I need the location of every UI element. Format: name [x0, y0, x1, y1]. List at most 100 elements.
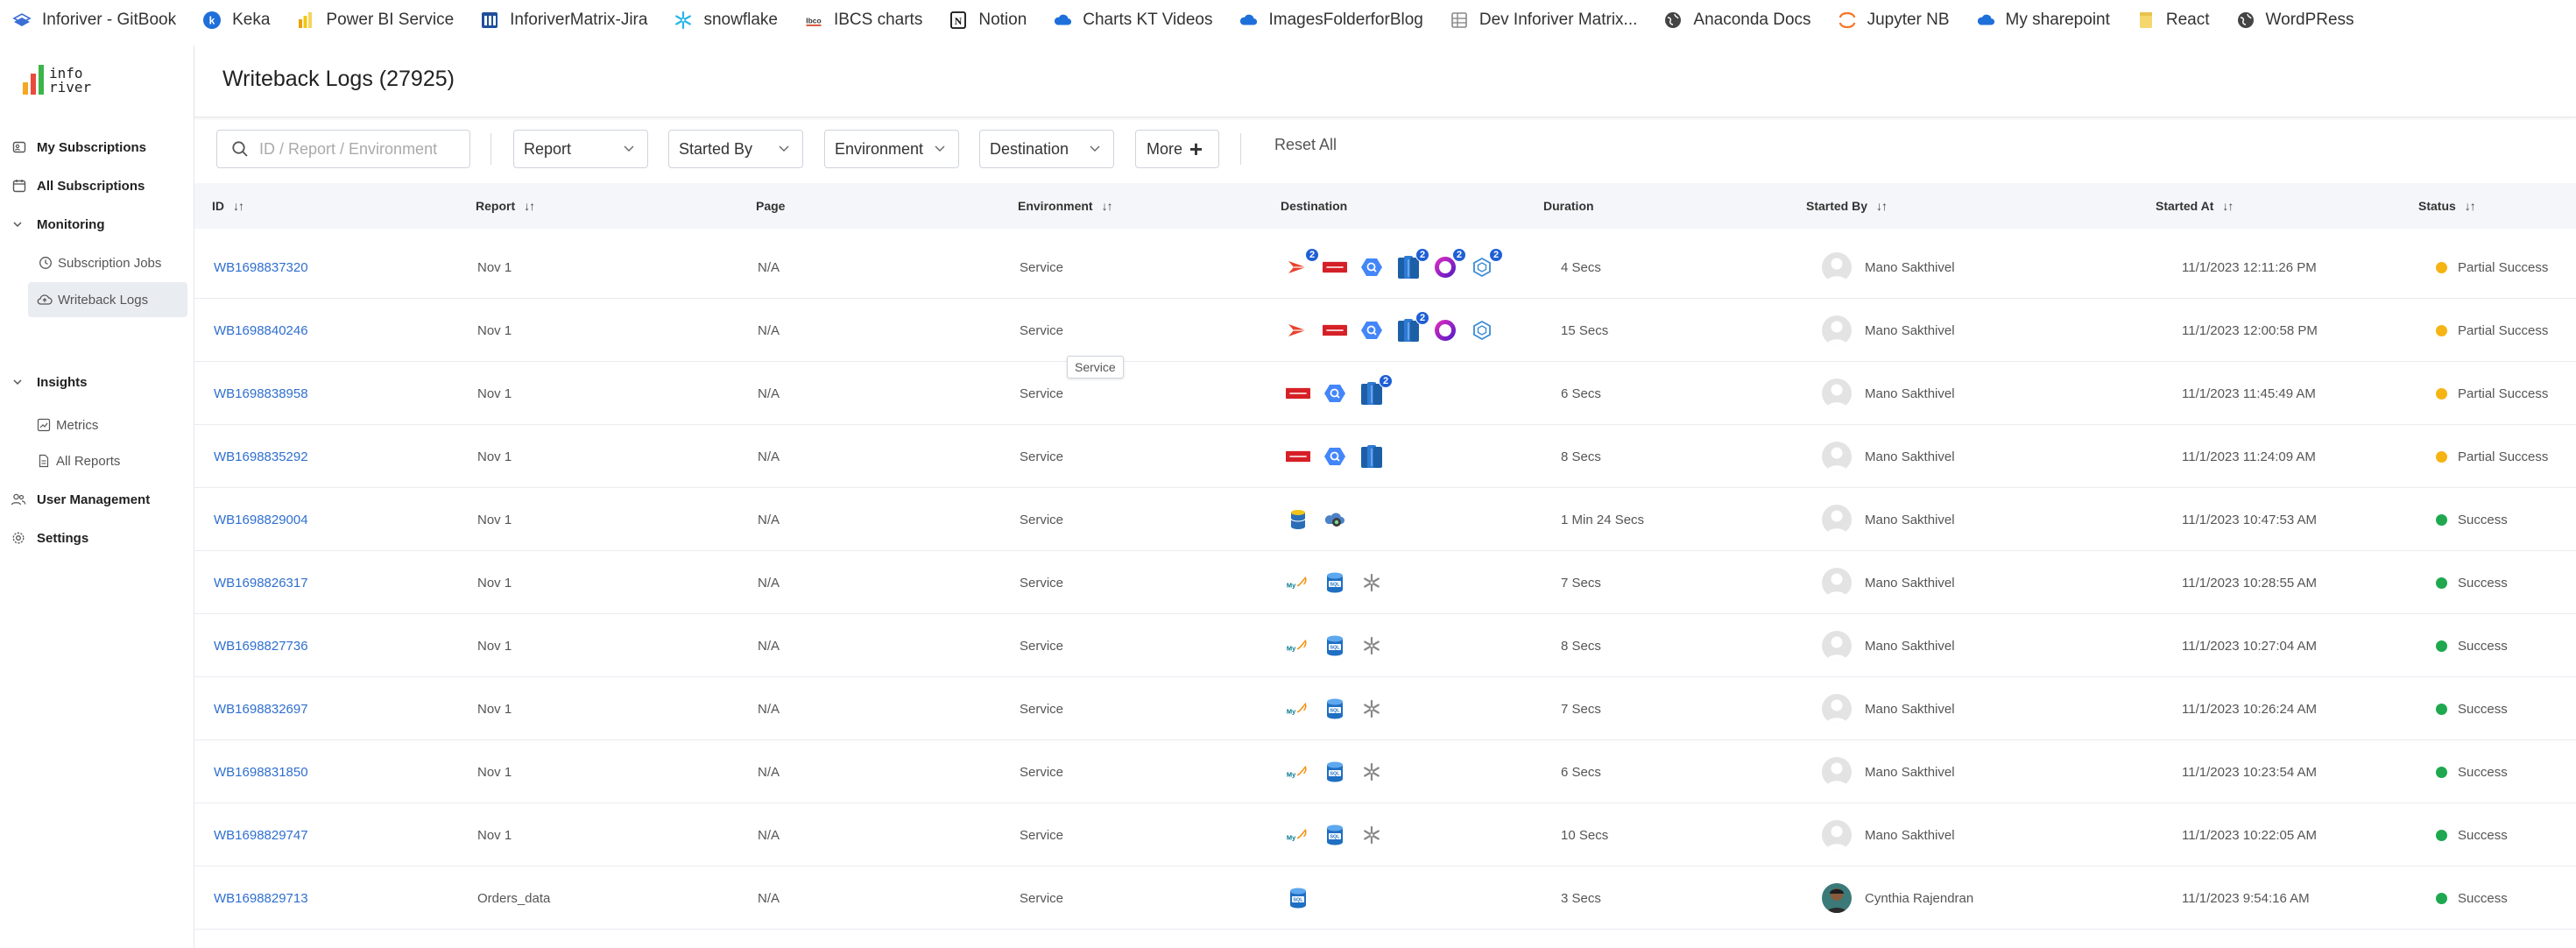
column-header-started-by[interactable]: Started By ↓↑	[1806, 183, 1888, 229]
database-icon[interactable]	[1286, 507, 1310, 532]
sort-icon[interactable]: ↓↑	[1102, 199, 1113, 213]
snowflake-icon[interactable]	[1359, 633, 1384, 658]
column-header-status[interactable]: Status ↓↑	[2418, 183, 2476, 229]
table-row[interactable]: WB1698838958 Nov 1 N/A Service 2 6 Secs Mano S…	[194, 362, 2576, 425]
bookmark-item[interactable]: My sharepoint	[1976, 0, 2110, 40]
sql-db-icon[interactable]: SQL	[1323, 760, 1347, 784]
mysql-icon[interactable]: My	[1286, 633, 1310, 658]
oracle-icon[interactable]	[1286, 444, 1310, 469]
nav-writeback-logs[interactable]: Writeback Logs	[28, 282, 187, 317]
inforiver-logo[interactable]: info river	[23, 65, 91, 95]
mysql-icon[interactable]: My	[1286, 760, 1310, 784]
bookmark-item[interactable]: React	[2136, 0, 2210, 40]
bigquery-icon[interactable]	[1323, 381, 1347, 406]
hexagon-icon[interactable]	[1470, 318, 1494, 343]
bookmark-item[interactable]: WordPRess	[2236, 0, 2354, 40]
report-filter-dropdown[interactable]: Report	[513, 130, 648, 168]
destination-filter-dropdown[interactable]: Destination	[979, 130, 1114, 168]
bookmark-item[interactable]: Power BI Service	[296, 0, 454, 40]
mysql-icon[interactable]: My	[1286, 697, 1310, 721]
azure-sql-icon[interactable]: 2	[1396, 248, 1429, 279]
azure-sql-icon[interactable]: 2	[1396, 311, 1429, 343]
column-header-report[interactable]: Report ↓↑	[476, 183, 535, 229]
search-input[interactable]	[259, 139, 461, 159]
bigquery-icon[interactable]	[1359, 255, 1384, 279]
bookmark-item[interactable]: N Notion	[949, 0, 1027, 40]
sort-icon[interactable]: ↓↑	[233, 199, 244, 213]
ring-icon[interactable]	[1433, 318, 1457, 343]
hexagon-icon[interactable]: 2	[1470, 248, 1503, 279]
oracle-icon[interactable]	[1286, 381, 1310, 406]
table-row[interactable]: WB1698831850 Nov 1 N/A Service My SQL 6 Secs Ma…	[194, 740, 2576, 803]
snowflake-icon[interactable]	[1359, 823, 1384, 847]
bookmark-item[interactable]: Dev Inforiver Matrix...	[1450, 0, 1637, 40]
snowflake-icon[interactable]	[1359, 760, 1384, 784]
nav-all-subscriptions[interactable]: All Subscriptions	[0, 172, 194, 200]
table-row[interactable]: WB1698826317 Nov 1 N/A Service My SQL 7 Secs Ma…	[194, 551, 2576, 614]
sort-icon[interactable]: ↓↑	[524, 199, 535, 213]
log-id-link[interactable]: WB1698826317	[214, 551, 308, 614]
environment-filter-dropdown[interactable]: Environment	[824, 130, 959, 168]
log-id-link[interactable]: WB1698829004	[214, 488, 308, 551]
table-row[interactable]: WB1698832697 Nov 1 N/A Service My SQL 7 Secs Ma…	[194, 677, 2576, 740]
mysql-icon[interactable]: My	[1286, 823, 1310, 847]
sort-icon[interactable]: ↓↑	[2465, 199, 2476, 213]
bookmark-item[interactable]: InforiverMatrix-Jira	[480, 0, 647, 40]
log-id-link[interactable]: WB1698831850	[214, 740, 308, 803]
bookmark-item[interactable]: Jupyter NB	[1838, 0, 1950, 40]
oracle-icon[interactable]	[1323, 255, 1347, 279]
nav-user-management[interactable]: User Management	[0, 485, 194, 513]
table-row[interactable]: WB1698829713 Orders_data N/A Service SQL 3 Se…	[194, 867, 2576, 930]
table-row[interactable]: WB1698829747 Nov 1 N/A Service My SQL 10 Secs M…	[194, 803, 2576, 867]
datalake-icon[interactable]	[1323, 507, 1347, 532]
started-by-filter-dropdown[interactable]: Started By	[668, 130, 803, 168]
nav-subscription-jobs[interactable]: Subscription Jobs	[0, 249, 194, 277]
snowflake-icon[interactable]	[1359, 570, 1384, 595]
log-id-link[interactable]: WB1698829713	[214, 867, 308, 930]
bookmark-item[interactable]: Ibco IBCS charts	[804, 0, 922, 40]
log-id-link[interactable]: WB1698837320	[214, 236, 308, 299]
sql-db-icon[interactable]: SQL	[1286, 886, 1310, 910]
column-header-started-at[interactable]: Started At ↓↑	[2156, 183, 2234, 229]
reset-all-button[interactable]: Reset All	[1274, 136, 1337, 154]
sql-db-icon[interactable]: SQL	[1323, 697, 1347, 721]
table-row[interactable]: WB1698835292 Nov 1 N/A Service 8 Secs Mano Sa…	[194, 425, 2576, 488]
log-id-link[interactable]: WB1698832697	[214, 677, 308, 740]
table-row[interactable]: WB1698829004 Nov 1 N/A Service 1 Min 24 Secs…	[194, 488, 2576, 551]
azure-sql-icon[interactable]: 2	[1359, 374, 1393, 406]
sql-db-icon[interactable]: SQL	[1323, 570, 1347, 595]
powerapps-icon[interactable]: 2	[1286, 248, 1319, 279]
azure-sql-icon[interactable]	[1359, 444, 1384, 469]
table-row[interactable]: WB1698840246 Nov 1 N/A Service 2 15 Secs Mano …	[194, 299, 2576, 362]
nav-all-reports[interactable]: All Reports	[0, 447, 194, 475]
column-header-environment[interactable]: Environment ↓↑	[1018, 183, 1113, 229]
bigquery-icon[interactable]	[1359, 318, 1384, 343]
ring-icon[interactable]: 2	[1433, 248, 1466, 279]
mysql-icon[interactable]: My	[1286, 570, 1310, 595]
nav-metrics[interactable]: Metrics	[0, 411, 194, 439]
bookmark-item[interactable]: k Keka	[202, 0, 270, 40]
column-header-id[interactable]: ID ↓↑	[212, 183, 244, 229]
bookmark-item[interactable]: Inforiver - GitBook	[12, 0, 176, 40]
log-id-link[interactable]: WB1698827736	[214, 614, 308, 677]
bookmark-item[interactable]: Anaconda Docs	[1663, 0, 1811, 40]
sort-icon[interactable]: ↓↑	[1876, 199, 1888, 213]
bigquery-icon[interactable]	[1323, 444, 1347, 469]
log-id-link[interactable]: WB1698840246	[214, 299, 308, 362]
snowflake-icon[interactable]	[1359, 697, 1384, 721]
nav-monitoring[interactable]: Monitoring	[0, 210, 194, 238]
powerapps-icon[interactable]	[1286, 318, 1310, 343]
table-row[interactable]: WB1698837320 Nov 1 N/A Service 2 2 2 2 4 Secs Man…	[194, 236, 2576, 299]
nav-my-subscriptions[interactable]: My Subscriptions	[0, 133, 194, 161]
more-filters-button[interactable]: More +	[1135, 130, 1219, 168]
oracle-icon[interactable]	[1323, 318, 1347, 343]
nav-insights[interactable]: Insights	[0, 368, 194, 396]
bookmark-item[interactable]: Charts KT Videos	[1053, 0, 1212, 40]
bookmark-item[interactable]: snowflake	[674, 0, 778, 40]
table-row[interactable]: WB1698827736 Nov 1 N/A Service My SQL 8 Secs Ma…	[194, 614, 2576, 677]
log-id-link[interactable]: WB1698838958	[214, 362, 308, 425]
sql-db-icon[interactable]: SQL	[1323, 823, 1347, 847]
bookmark-item[interactable]: ImagesFolderforBlog	[1239, 0, 1423, 40]
sql-db-icon[interactable]: SQL	[1323, 633, 1347, 658]
log-id-link[interactable]: WB1698835292	[214, 425, 308, 488]
